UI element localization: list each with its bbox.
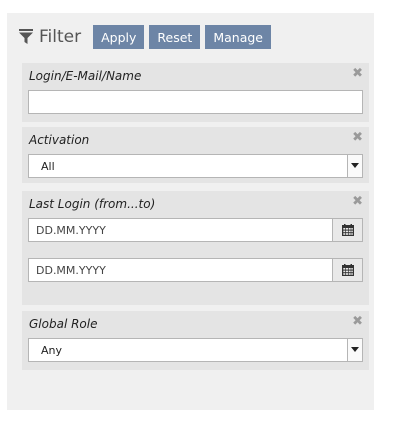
activation-filter-label: Activation	[29, 133, 90, 147]
calendar-icon[interactable]	[333, 258, 363, 282]
dropdown-arrow-icon[interactable]	[347, 155, 362, 177]
last-login-filter-label: Last Login (from...to)	[29, 197, 156, 211]
global-role-filter-label: Global Role	[29, 317, 98, 331]
reset-button[interactable]: Reset	[149, 25, 201, 49]
login-filter-label: Login/E-Mail/Name	[29, 69, 142, 83]
close-icon[interactable]: ✖	[352, 314, 363, 329]
close-icon[interactable]: ✖	[352, 194, 363, 209]
activation-select[interactable]: All	[28, 154, 363, 178]
manage-button[interactable]: Manage	[205, 25, 271, 49]
last-login-to-field	[28, 258, 363, 282]
last-login-from-input[interactable]	[28, 218, 333, 242]
login-filter-section: Login/E-Mail/Name ✖	[22, 63, 369, 122]
dropdown-arrow-icon[interactable]	[347, 339, 362, 361]
close-icon[interactable]: ✖	[352, 130, 363, 145]
filter-panel: Filter Apply Reset Manage Login/E-Mail/N…	[7, 13, 374, 410]
global-role-selected-value: Any	[41, 344, 63, 357]
activation-selected-value: All	[41, 160, 55, 173]
last-login-to-input[interactable]	[28, 258, 333, 282]
apply-button[interactable]: Apply	[93, 25, 145, 49]
filter-icon	[19, 29, 33, 45]
login-search-input[interactable]	[28, 90, 363, 114]
filter-title-label: Filter	[39, 27, 82, 47]
close-icon[interactable]: ✖	[352, 66, 363, 81]
global-role-filter-section: Global Role ✖ Any	[22, 311, 369, 370]
activation-filter-section: Activation ✖ All	[22, 127, 369, 183]
calendar-icon[interactable]	[333, 218, 363, 242]
last-login-filter-section: Last Login (from...to) ✖	[22, 191, 369, 305]
filter-header: Filter Apply Reset Manage	[19, 24, 276, 50]
filter-title: Filter	[19, 27, 81, 47]
global-role-select[interactable]: Any	[28, 338, 363, 362]
last-login-from-field	[28, 218, 363, 242]
